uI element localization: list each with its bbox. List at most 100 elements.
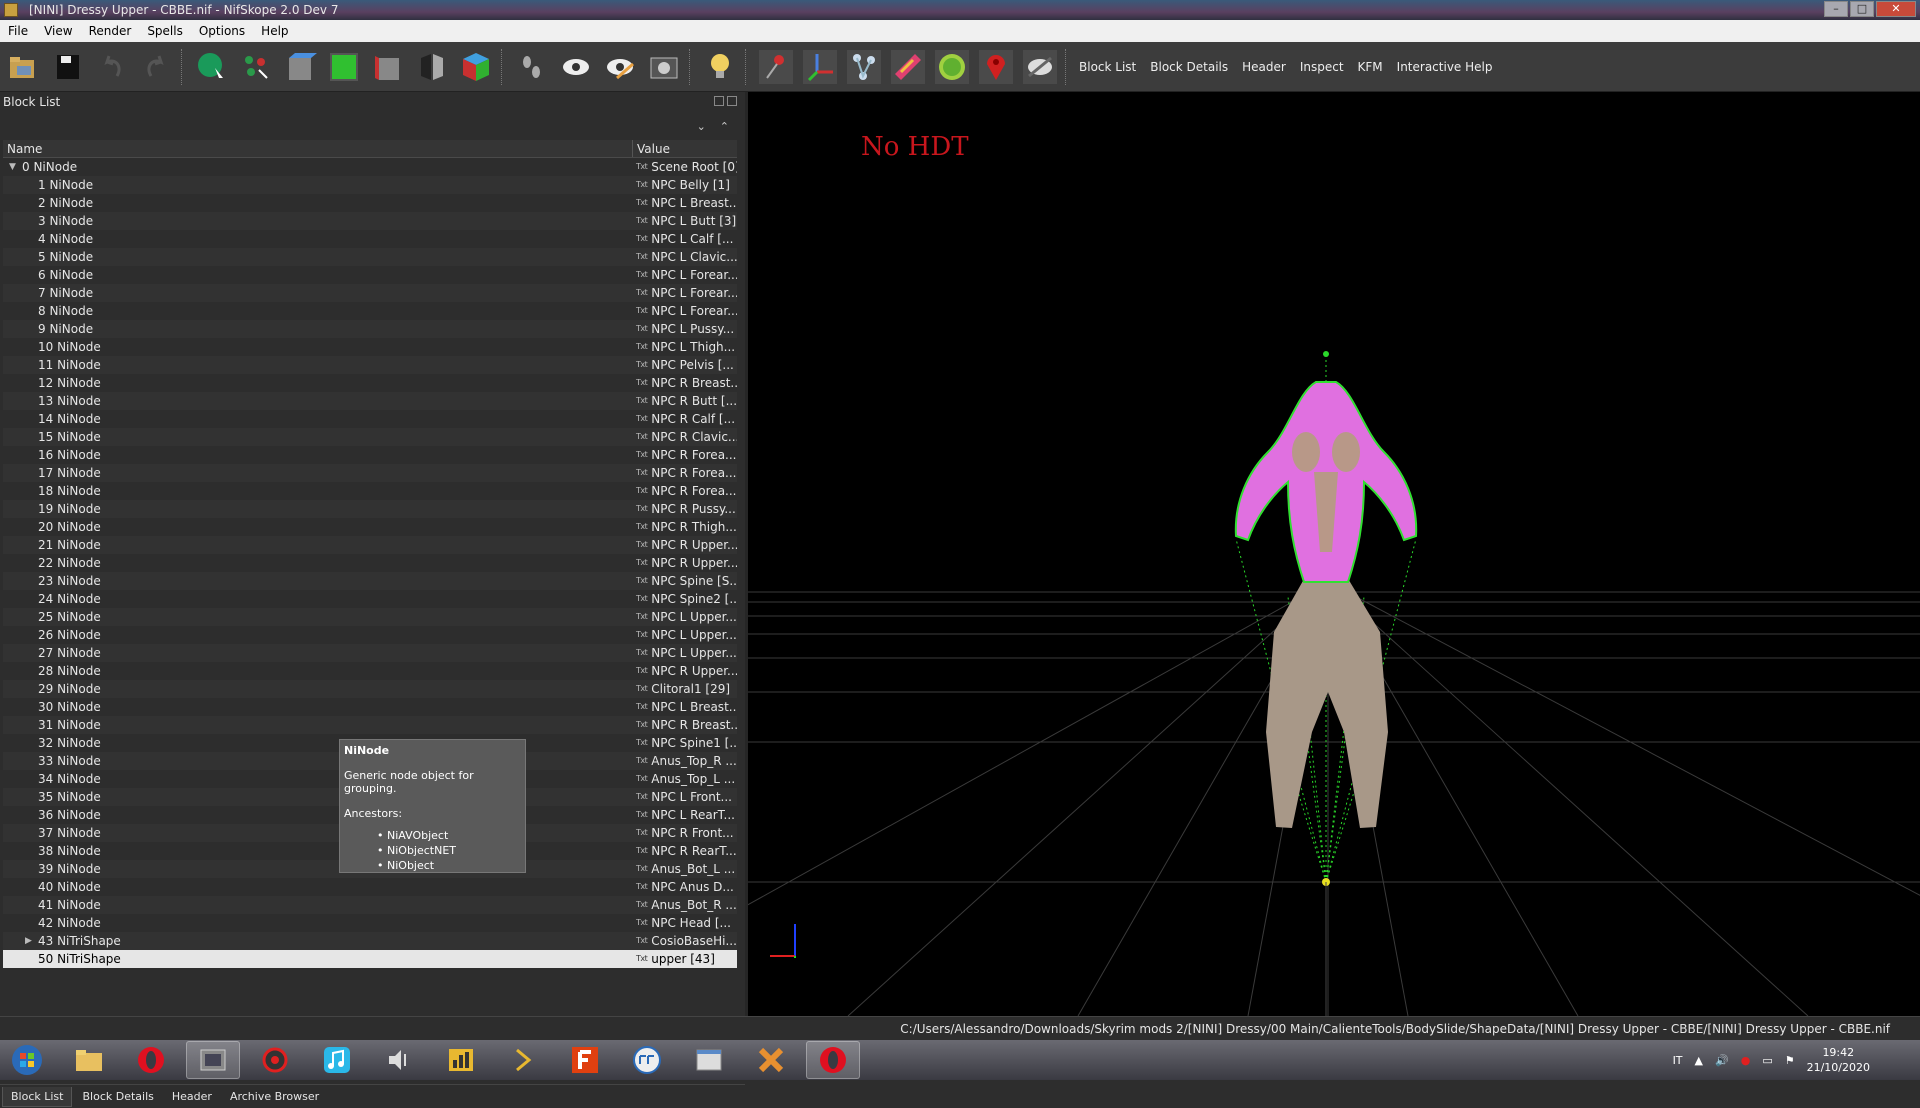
taskbar-explorer[interactable] — [62, 1041, 116, 1079]
show-markers-button[interactable] — [756, 47, 796, 87]
block-row[interactable]: 5 NiNode Txt NPC L Clavic... — [3, 248, 737, 266]
block-row[interactable]: 28 NiNode Txt NPC R Upper... — [3, 662, 737, 680]
collapse-all-icon[interactable]: ⌃ — [720, 120, 729, 133]
block-row[interactable]: 23 NiNode Txt NPC Spine [S... — [3, 572, 737, 590]
block-row[interactable]: 8 NiNode Txt NPC L Forear... — [3, 302, 737, 320]
start-button[interactable] — [0, 1041, 54, 1079]
block-row[interactable]: 41 NiNode Txt Anus_Bot_R ... — [3, 896, 737, 914]
tray-expand-icon[interactable]: ▲ — [1695, 1054, 1703, 1067]
block-row[interactable]: 16 NiNode Txt NPC R Forea... — [3, 446, 737, 464]
maximize-button[interactable]: □ — [1850, 1, 1874, 17]
float-panel-button[interactable] — [714, 96, 724, 106]
menu-file[interactable]: File — [0, 24, 36, 38]
block-row[interactable]: 24 NiNode Txt NPC Spine2 [... — [3, 590, 737, 608]
block-row[interactable]: 40 NiNode Txt NPC Anus D... — [3, 878, 737, 896]
block-row[interactable]: 27 NiNode Txt NPC L Upper... — [3, 644, 737, 662]
load-button[interactable] — [4, 47, 44, 87]
close-button[interactable]: ✕ — [1876, 1, 1916, 17]
block-row[interactable]: 2 NiNode Txt NPC L Breast... — [3, 194, 737, 212]
antivirus-icon[interactable]: ● — [1741, 1054, 1751, 1067]
block-row[interactable]: 7 NiNode Txt NPC L Forear... — [3, 284, 737, 302]
block-row[interactable]: 30 NiNode Txt NPC L Breast... — [3, 698, 737, 716]
taskbar-app-gear[interactable] — [248, 1041, 302, 1079]
block-row[interactable]: 3 NiNode Txt NPC L Butt [3] — [3, 212, 737, 230]
block-row[interactable]: 31 NiNode Txt NPC R Breast... — [3, 716, 737, 734]
block-row[interactable]: ▼ 0 NiNode Txt Scene Root [0] — [3, 158, 737, 176]
close-panel-button[interactable] — [727, 96, 737, 106]
block-row[interactable]: 21 NiNode Txt NPC R Upper... — [3, 536, 737, 554]
show-skeleton-button[interactable] — [844, 47, 884, 87]
expand-arrow-icon[interactable]: ▶ — [25, 932, 32, 950]
screenshot-button[interactable] — [644, 47, 684, 87]
view-flip-button[interactable] — [412, 47, 452, 87]
block-row[interactable]: 17 NiNode Txt NPC R Forea... — [3, 464, 737, 482]
menu-render[interactable]: Render — [81, 24, 140, 38]
taskbar-ffdec[interactable] — [620, 1041, 674, 1079]
save-button[interactable] — [48, 47, 88, 87]
menu-options[interactable]: Options — [191, 24, 253, 38]
taskbar-opera[interactable] — [124, 1041, 178, 1079]
toolbar-tab-kfm[interactable]: KFM — [1351, 60, 1390, 74]
volume-icon[interactable]: 🔊 — [1715, 1054, 1729, 1067]
column-header-value[interactable]: Value — [633, 140, 670, 157]
block-row[interactable]: 9 NiNode Txt NPC L Pussy... — [3, 320, 737, 338]
show-hidden-toggle[interactable] — [1020, 47, 1060, 87]
menu-spells[interactable]: Spells — [139, 24, 191, 38]
clock[interactable]: 19:42 21/10/2020 — [1807, 1045, 1870, 1075]
block-row[interactable]: 1 NiNode Txt NPC Belly [1] — [3, 176, 737, 194]
taskbar-cross-app[interactable] — [744, 1041, 798, 1079]
block-row[interactable]: 50 NiTriShape Txt upper [43] — [3, 950, 737, 968]
taskbar-chevron-app[interactable] — [496, 1041, 550, 1079]
tab-block-details[interactable]: Block Details — [74, 1087, 161, 1106]
taskbar-window-app[interactable] — [682, 1041, 736, 1079]
block-row[interactable]: 29 NiNode Txt Clitoral1 [29] — [3, 680, 737, 698]
block-row[interactable]: 4 NiNode Txt NPC L Calf [... — [3, 230, 737, 248]
walk-mode-button[interactable] — [512, 47, 552, 87]
tab-header[interactable]: Header — [164, 1087, 220, 1106]
block-row[interactable]: 22 NiNode Txt NPC R Upper... — [3, 554, 737, 572]
tab-archive-browser[interactable]: Archive Browser — [222, 1087, 327, 1106]
taskbar-chart-app[interactable] — [434, 1041, 488, 1079]
show-axes-button[interactable] — [800, 47, 840, 87]
collapse-arrow-icon[interactable]: ▼ — [9, 158, 16, 176]
show-constraints-button[interactable] — [888, 47, 928, 87]
expand-all-icon[interactable]: ⌄ — [697, 120, 706, 133]
taskbar-audio-editor[interactable] — [372, 1041, 426, 1079]
lighting-button[interactable] — [700, 47, 740, 87]
show-furniture-button[interactable] — [976, 47, 1016, 87]
menu-help[interactable]: Help — [253, 24, 296, 38]
toolbar-tab-header[interactable]: Header — [1235, 60, 1293, 74]
view-user-button[interactable] — [456, 47, 496, 87]
taskbar-opera-2[interactable] — [806, 1041, 860, 1079]
toolbar-tab-block-list[interactable]: Block List — [1072, 60, 1143, 74]
show-havok-button[interactable] — [932, 47, 972, 87]
tab-block-list[interactable]: Block List — [2, 1086, 73, 1107]
block-row[interactable]: 15 NiNode Txt NPC R Clavic... — [3, 428, 737, 446]
block-row[interactable]: 42 NiNode Txt NPC Head [... — [3, 914, 737, 932]
taskbar-f-app[interactable] — [558, 1041, 612, 1079]
select-object-button[interactable] — [192, 47, 232, 87]
taskbar-nifskope[interactable] — [186, 1041, 240, 1079]
block-row[interactable]: 10 NiNode Txt NPC L Thigh... — [3, 338, 737, 356]
block-row[interactable]: ▶ 43 NiTriShape Txt CosioBaseHi... — [3, 932, 737, 950]
block-row[interactable]: 26 NiNode Txt NPC L Upper... — [3, 626, 737, 644]
show-hidden-button[interactable] — [556, 47, 596, 87]
show-nodes-button[interactable] — [600, 47, 640, 87]
block-row[interactable]: 12 NiNode Txt NPC R Breast... — [3, 374, 737, 392]
view-blue-button[interactable] — [280, 47, 320, 87]
block-row[interactable]: 11 NiNode Txt NPC Pelvis [... — [3, 356, 737, 374]
block-row[interactable]: 6 NiNode Txt NPC L Forear... — [3, 266, 737, 284]
block-row[interactable]: 19 NiNode Txt NPC R Pussy... — [3, 500, 737, 518]
toolbar-tab-interactive-help[interactable]: Interactive Help — [1390, 60, 1500, 74]
3d-viewport[interactable]: No HDT — [748, 92, 1920, 1016]
block-row[interactable]: 13 NiNode Txt NPC R Butt [... — [3, 392, 737, 410]
view-red-button[interactable] — [368, 47, 408, 87]
taskbar-music[interactable] — [310, 1041, 364, 1079]
view-green-button[interactable] — [324, 47, 364, 87]
block-row[interactable]: 25 NiNode Txt NPC L Upper... — [3, 608, 737, 626]
flag-icon[interactable]: ⚑ — [1785, 1054, 1795, 1067]
toolbar-tab-block-details[interactable]: Block Details — [1143, 60, 1235, 74]
redo-button[interactable] — [136, 47, 176, 87]
toolbar-tab-inspect[interactable]: Inspect — [1293, 60, 1351, 74]
block-row[interactable]: 18 NiNode Txt NPC R Forea... — [3, 482, 737, 500]
